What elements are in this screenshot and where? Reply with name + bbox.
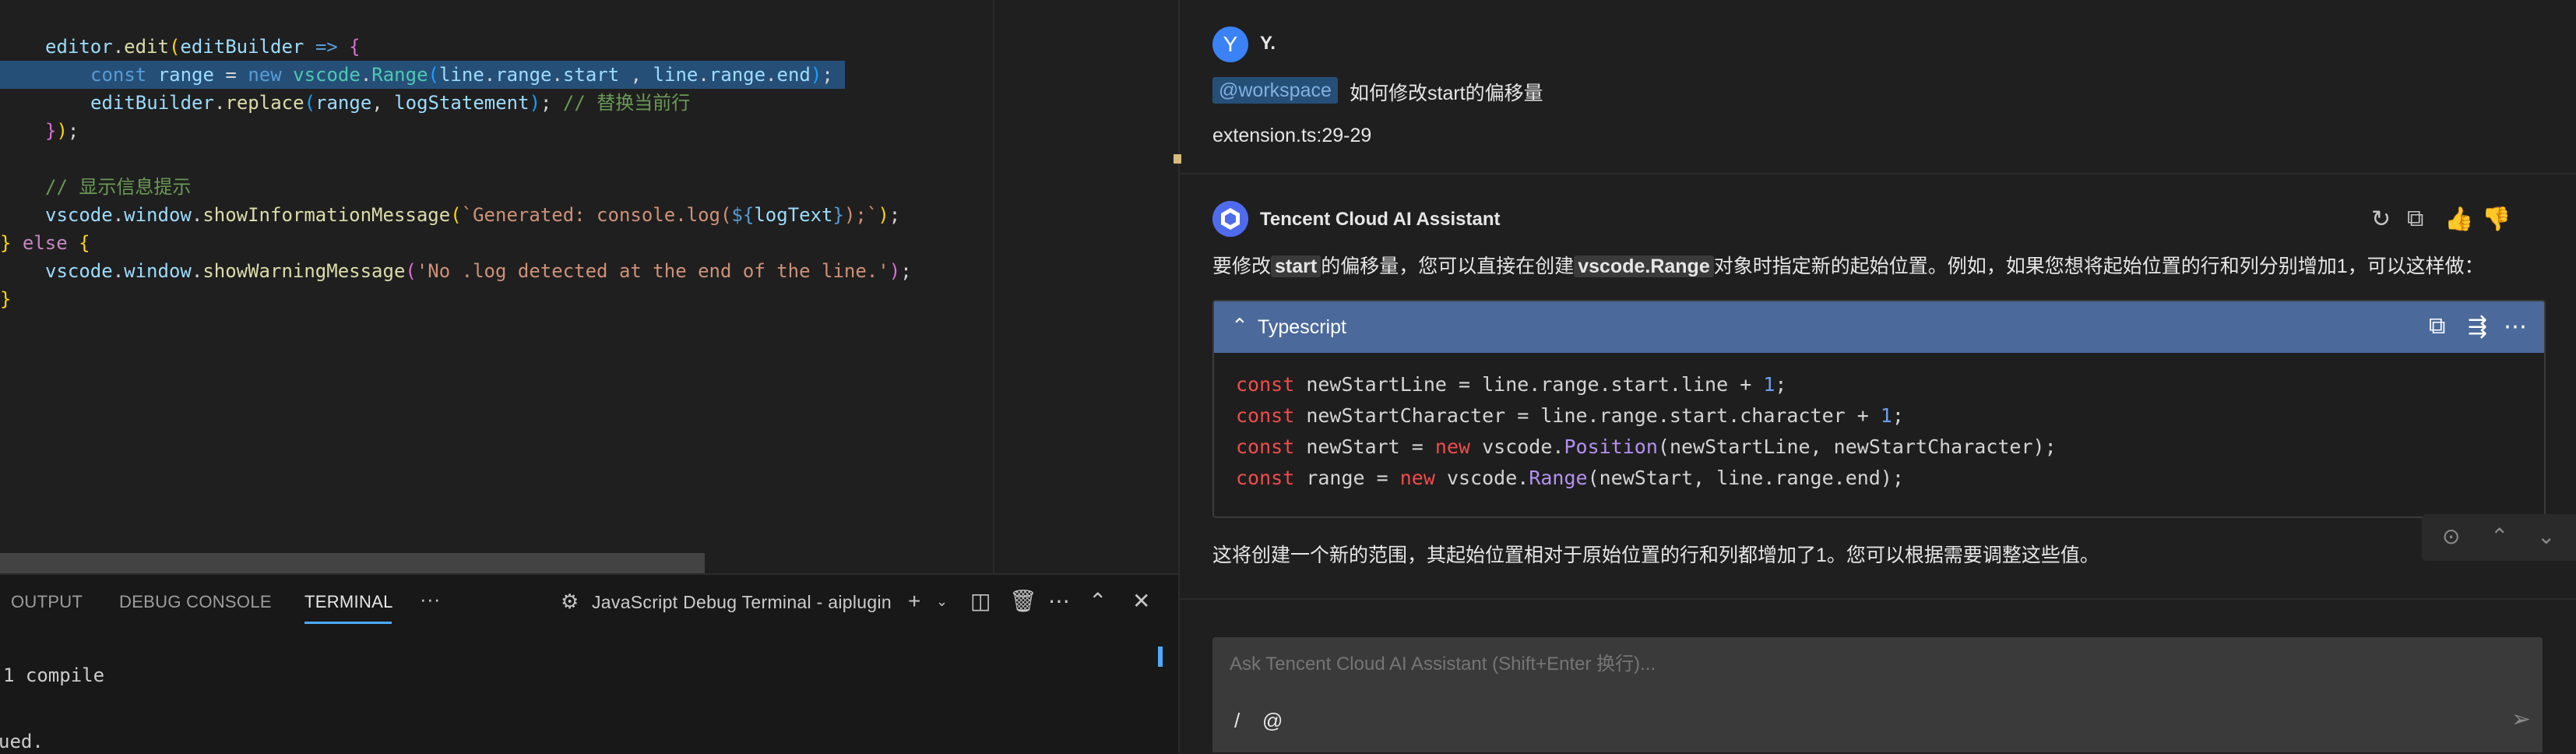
inline-code: vscode.Range bbox=[1574, 255, 1714, 277]
answer-text: 的偏移量，您可以直接在创建 bbox=[1321, 255, 1575, 277]
copy-code-icon[interactable]: ⧉ bbox=[2429, 313, 2445, 340]
scroll-marker bbox=[1174, 154, 1181, 164]
trash-icon[interactable]: 🗑 bbox=[1009, 590, 1037, 612]
answer-text: 对象时指定新的起始位置。例如，如果您想将起始位置的行和列分别增加1，可以这样做： bbox=[1713, 255, 2484, 277]
assistant-summary: 这将创建一个新的范围，其起始位置相对于原始位置的行和列都增加了1。您可以根据需要… bbox=[1212, 544, 2099, 566]
more-actions-icon[interactable]: ⋯ bbox=[1048, 590, 1070, 612]
regenerate-icon[interactable]: ↻ bbox=[2371, 206, 2391, 233]
assistant-name: Tencent Cloud AI Assistant bbox=[1260, 209, 1501, 230]
split-terminal-icon[interactable]: ◫ bbox=[970, 590, 991, 612]
code-editor[interactable]: editor.edit(editBuilder => { const range… bbox=[0, 0, 1178, 573]
chat-input-box[interactable]: / @ ➢ bbox=[1212, 637, 2543, 752]
answer-text: 要修改 bbox=[1212, 255, 1272, 277]
code-block-header: ⌃ Typescript ⧉ ⇶ ⋯ bbox=[1214, 301, 2544, 353]
terminal-scrollbar[interactable] bbox=[1158, 647, 1163, 667]
copy-icon[interactable]: ⧉ bbox=[2407, 206, 2423, 232]
input-divider bbox=[1180, 598, 2576, 600]
code-line-4[interactable]: }); bbox=[45, 117, 79, 145]
code-line-5[interactable]: // 显示信息提示 bbox=[45, 173, 191, 201]
thumbs-down-icon[interactable]: 👎 bbox=[2482, 206, 2511, 233]
code-block-line: const newStart = new vscode.Position(new… bbox=[1236, 435, 2057, 458]
thumbs-up-icon[interactable]: 👍 bbox=[2444, 206, 2473, 233]
floating-nav-toolbar: ⊙ ⌃ ⌄ bbox=[2422, 514, 2576, 561]
tab-debug-console[interactable]: DEBUG CONSOLE bbox=[119, 592, 272, 612]
insert-code-icon[interactable]: ⇶ bbox=[2468, 313, 2487, 340]
terminal-output-line: ued. bbox=[0, 731, 44, 752]
chevron-down-icon[interactable]: ⌄ bbox=[936, 590, 948, 612]
code-line-1[interactable]: editor.edit(editBuilder => { bbox=[45, 33, 361, 61]
minimap[interactable] bbox=[994, 0, 1178, 573]
more-options-icon[interactable]: ⋯ bbox=[2504, 313, 2527, 340]
new-terminal-plus-icon[interactable]: + bbox=[908, 590, 920, 612]
more-tabs-button[interactable]: ··· bbox=[420, 587, 441, 611]
code-line-7[interactable]: } else { bbox=[0, 229, 90, 257]
workspace-tag[interactable]: @workspace bbox=[1212, 77, 1338, 104]
close-panel-icon[interactable]: ✕ bbox=[1132, 590, 1150, 612]
code-language-label: Typescript bbox=[1258, 316, 1346, 338]
slash-command-button[interactable]: / bbox=[1234, 709, 1240, 733]
user-avatar: Y bbox=[1212, 26, 1248, 62]
horizontal-scrollbar[interactable] bbox=[0, 553, 705, 573]
message-divider bbox=[1180, 173, 2576, 174]
bottom-panel: OUTPUT DEBUG CONSOLE TERMINAL ··· ⚙ Java… bbox=[0, 573, 1178, 754]
active-tab-indicator bbox=[304, 622, 392, 624]
assistant-answer: 要修改 start 的偏移量，您可以直接在创建 vscode.Range 对象时指定新的… bbox=[1212, 251, 2484, 279]
inline-code: start bbox=[1271, 255, 1321, 277]
assistant-logo-icon bbox=[1212, 201, 1248, 237]
tab-output[interactable]: OUTPUT bbox=[11, 592, 83, 612]
terminal-output-line: 1 compile bbox=[3, 664, 105, 686]
user-name: Y. bbox=[1260, 33, 1276, 54]
code-line-9[interactable]: } bbox=[0, 285, 11, 313]
code-block-line: const range = new vscode.Range(newStart,… bbox=[1236, 467, 1904, 489]
user-question: 如何修改start的偏移量 bbox=[1350, 83, 1543, 104]
collapse-chevron-icon[interactable]: ⌃ bbox=[1231, 314, 1248, 338]
scroll-top-icon[interactable]: ⊙ bbox=[2442, 523, 2460, 549]
maximize-panel-icon[interactable]: ⌃ bbox=[1089, 590, 1107, 612]
mention-button[interactable]: @ bbox=[1262, 709, 1283, 733]
tab-terminal[interactable]: TERMINAL bbox=[304, 592, 393, 612]
chat-input[interactable] bbox=[1228, 653, 2477, 676]
file-reference[interactable]: extension.ts:29-29 bbox=[1212, 125, 1371, 147]
code-line-6[interactable]: vscode.window.showInformationMessage(`Ge… bbox=[45, 201, 900, 229]
ai-chat-panel: Y Y. @workspace 如何修改start的偏移量 extension.… bbox=[1174, 0, 2576, 752]
debug-bug-icon: ⚙ bbox=[561, 590, 579, 613]
code-block: ⌃ Typescript ⧉ ⇶ ⋯ const newStartLine = … bbox=[1212, 300, 2546, 518]
terminal-selector[interactable]: JavaScript Debug Terminal - aiplugin bbox=[592, 592, 892, 613]
chevron-down-icon[interactable]: ⌄ bbox=[2537, 523, 2555, 549]
code-line-8[interactable]: vscode.window.showWarningMessage('No .lo… bbox=[45, 257, 912, 285]
chevron-up-icon[interactable]: ⌃ bbox=[2490, 523, 2508, 549]
send-icon[interactable]: ➢ bbox=[2511, 706, 2531, 733]
code-line-3[interactable]: editBuilder.replace(range, logStatement)… bbox=[90, 89, 690, 117]
code-block-line: const newStartLine = line.range.start.li… bbox=[1236, 373, 1787, 396]
code-line-2[interactable]: const range = new vscode.Range(line.rang… bbox=[90, 61, 833, 89]
code-block-line: const newStartCharacter = line.range.sta… bbox=[1236, 404, 1904, 427]
